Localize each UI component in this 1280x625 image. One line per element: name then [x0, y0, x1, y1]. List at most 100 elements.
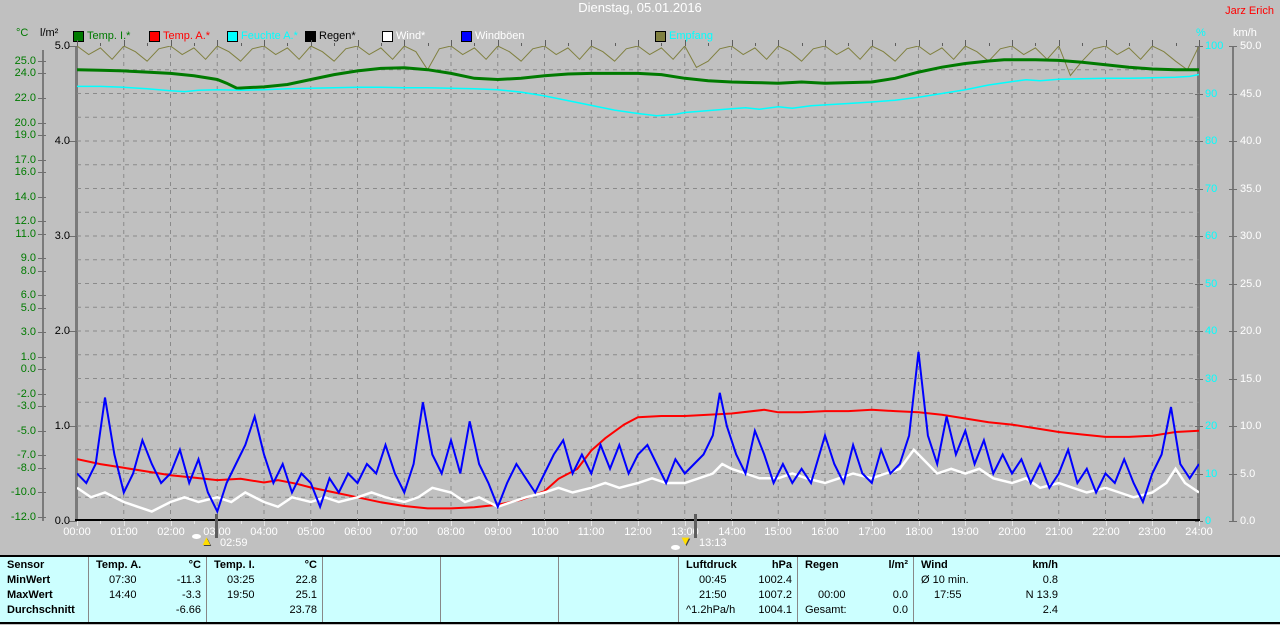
kmh-tick-label: 20.0	[1240, 325, 1274, 337]
x-tick-bottom	[545, 521, 546, 526]
x-tick-label: 09:00	[476, 526, 520, 538]
table-row-labels-column: SensorMinWertMaxWertDurchschnitt	[0, 557, 88, 622]
x-tick-top	[451, 40, 452, 46]
table-cell-row: Gesamt:0.0	[798, 603, 914, 618]
table-cell: l/m²	[888, 558, 908, 573]
celsius-tick	[38, 406, 46, 407]
table-cell-row	[323, 573, 441, 588]
x-tick-bottom	[171, 521, 172, 526]
x-tick-label: 01:00	[102, 526, 146, 538]
x-tick-bottom-half	[615, 521, 616, 524]
kmh-tick	[1229, 474, 1237, 475]
x-tick-bottom	[264, 521, 265, 526]
legend-item-label: Empfang	[669, 30, 713, 42]
table-cell-row	[441, 573, 559, 588]
lm2-tick-label: 3.0	[44, 230, 70, 242]
celsius-tick	[38, 123, 46, 124]
table-row-label-text: Durchschnitt	[7, 603, 75, 618]
celsius-tick-label: 16.0	[0, 166, 36, 178]
x-tick-top-half	[802, 43, 803, 46]
x-tick-top-half	[381, 43, 382, 46]
table-cell-row: 21:501007.2	[679, 588, 798, 603]
table-column-temp--i-: Temp. I.°C03:2522.819:5025.123.78	[206, 557, 323, 622]
x-tick-label: 12:00	[616, 526, 660, 538]
table-cell: N 13.9	[1026, 588, 1058, 603]
x-tick-top	[825, 40, 826, 46]
table-column-temp--a-: Temp. A.°C07:30-11.314:40-3.3-6.66	[88, 557, 207, 622]
x-tick-bottom	[1106, 521, 1107, 526]
celsius-tick	[38, 455, 46, 456]
celsius-tick	[38, 468, 46, 469]
percent-tick	[1195, 426, 1203, 427]
x-tick-top	[264, 40, 265, 46]
table-cell: Luftdruck	[686, 558, 737, 573]
x-tick-top-half	[521, 43, 522, 46]
kmh-tick-label: 5.0	[1240, 468, 1274, 480]
table-cell-row	[323, 558, 441, 573]
x-tick-bottom-half	[802, 521, 803, 524]
lm2-tick-label: 5.0	[44, 40, 70, 52]
celsius-tick	[38, 160, 46, 161]
celsius-tick	[38, 61, 46, 62]
kmh-tick	[1229, 284, 1237, 285]
x-tick-top	[311, 40, 312, 46]
table-cell-row	[559, 558, 679, 573]
celsius-tick	[38, 295, 46, 296]
x-tick-bottom	[404, 521, 405, 526]
table-column-wind: Windkm/hØ 10 min.0.817:55N 13.92.4	[913, 557, 1064, 622]
lm2-tick	[69, 521, 77, 522]
table-cell: 14:40	[109, 588, 137, 603]
x-tick-bottom-half	[895, 521, 896, 524]
table-cell: 0.0	[893, 588, 908, 603]
table-cell: 21:50	[699, 588, 727, 603]
lm2-tick	[69, 46, 77, 47]
chart-plot-svg	[77, 46, 1199, 521]
right-axis-unit-percent: %	[1196, 27, 1206, 39]
lm2-tick-label: 1.0	[44, 420, 70, 432]
x-tick-top	[1152, 40, 1153, 46]
x-tick-bottom-half	[1082, 521, 1083, 524]
x-tick-top-half	[1035, 43, 1036, 46]
celsius-tick-label: 11.0	[0, 228, 36, 240]
table-row-label-text: MaxWert	[7, 588, 53, 603]
table-cell: °C	[305, 558, 317, 573]
x-tick-top	[778, 40, 779, 46]
x-tick-bottom-half	[661, 521, 662, 524]
x-tick-top-half	[1176, 43, 1177, 46]
x-tick-top	[872, 40, 873, 46]
x-tick-top-half	[661, 43, 662, 46]
celsius-tick-label: 22.0	[0, 92, 36, 104]
marker-time-label: 02:59	[220, 537, 248, 549]
x-tick-top	[919, 40, 920, 46]
legend-item-label: Wind*	[396, 30, 425, 42]
table-cell: 0.8	[1043, 573, 1058, 588]
marker-tick	[694, 514, 697, 538]
x-tick-label: 17:00	[850, 526, 894, 538]
x-tick-label: 23:00	[1130, 526, 1174, 538]
x-tick-bottom	[638, 521, 639, 526]
x-tick-top-half	[895, 43, 896, 46]
x-tick-bottom-half	[942, 521, 943, 524]
celsius-tick-label: 25.0	[0, 55, 36, 67]
x-tick-bottom	[591, 521, 592, 526]
x-tick-top-half	[755, 43, 756, 46]
celsius-tick-label: 3.0	[0, 326, 36, 338]
celsius-tick-label: 12.0	[0, 215, 36, 227]
percent-tick	[1195, 331, 1203, 332]
celsius-tick	[38, 197, 46, 198]
celsius-tick-label: -2.0	[0, 388, 36, 400]
table-cell: Gesamt:	[805, 603, 847, 618]
kmh-tick-label: 45.0	[1240, 88, 1274, 100]
table-cell-row: Temp. A.°C	[89, 558, 207, 573]
celsius-tick	[38, 308, 46, 309]
kmh-tick	[1229, 189, 1237, 190]
table-cell-row: -6.66	[89, 603, 207, 618]
celsius-tick-label: 20.0	[0, 117, 36, 129]
table-cell-row	[441, 588, 559, 603]
x-tick-bottom	[451, 521, 452, 526]
legend-color-swatch-icon	[655, 31, 666, 42]
x-tick-top	[1059, 40, 1060, 46]
weather-app-window: { "window": { "title": "Dienstag, 05.01.…	[0, 0, 1280, 625]
x-tick-bottom-half	[989, 521, 990, 524]
kmh-tick-label: 35.0	[1240, 183, 1274, 195]
